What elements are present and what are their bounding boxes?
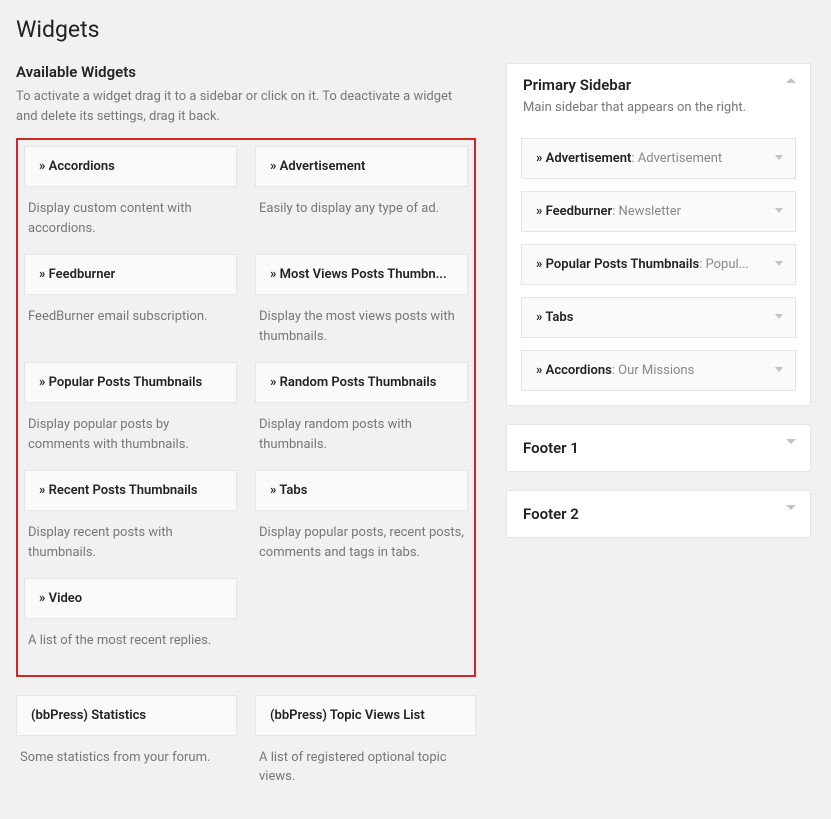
widget-desc: Display custom content with accordions. (24, 187, 237, 254)
widget-desc: A list of registered optional topic view… (255, 736, 476, 803)
widget-feedburner: » Feedburner FeedBurner email subscripti… (24, 254, 237, 362)
placed-widget-name: » Tabs (536, 310, 573, 325)
area-header-footer-2[interactable]: Footer 2 (507, 491, 810, 537)
widget-desc: Display random posts with thumbnails. (255, 403, 468, 470)
chevron-down-icon (786, 505, 796, 510)
widget-desc: Some statistics from your forum. (16, 736, 237, 784)
widget-desc: Display the most views posts with thumbn… (255, 295, 468, 362)
area-title: Footer 2 (523, 505, 794, 523)
available-widgets-desc: To activate a widget drag it to a sideba… (16, 87, 476, 126)
chevron-down-icon (775, 367, 783, 372)
placed-widget-popular-posts-thumbnails[interactable]: » Popular Posts Thumbnails: Popul... (521, 244, 796, 285)
widget-desc: Display popular posts, recent posts, com… (255, 511, 468, 578)
widget-tabs: » Tabs Display popular posts, recent pos… (255, 470, 468, 578)
widget-recent-posts-thumbnails: » Recent Posts Thumbnails Display recent… (24, 470, 237, 578)
area-title: Primary Sidebar (523, 76, 794, 94)
chevron-up-icon (786, 78, 796, 83)
placed-widget-suffix: : Our Missions (612, 363, 695, 378)
widget-desc: Display recent posts with thumbnails. (24, 511, 237, 578)
chevron-down-icon (775, 314, 783, 319)
sidebar-areas-column: Primary Sidebar Main sidebar that appear… (506, 63, 811, 803)
widget-handle-bbpress-topic-views-list[interactable]: (bbPress) Topic Views List (255, 695, 476, 736)
widget-desc: FeedBurner email subscription. (24, 295, 237, 343)
area-header-footer-1[interactable]: Footer 1 (507, 425, 810, 471)
placed-widget-feedburner[interactable]: » Feedburner: Newsletter (521, 191, 796, 232)
area-footer-1: Footer 1 (506, 424, 811, 472)
widget-handle-advertisement[interactable]: » Advertisement (255, 146, 468, 187)
area-primary-sidebar: Primary Sidebar Main sidebar that appear… (506, 63, 811, 406)
chevron-down-icon (775, 208, 783, 213)
page-title: Widgets (16, 16, 815, 43)
placed-widget-suffix: : Advertisement (631, 151, 722, 166)
widget-advertisement: » Advertisement Easily to display any ty… (255, 146, 468, 254)
widget-handle-recent-posts-thumbnails[interactable]: » Recent Posts Thumbnails (24, 470, 237, 511)
widget-handle-popular-posts-thumbnails[interactable]: » Popular Posts Thumbnails (24, 362, 237, 403)
area-footer-2: Footer 2 (506, 490, 811, 538)
other-widgets-grid: (bbPress) Statistics Some statistics fro… (16, 695, 476, 803)
widget-random-posts-thumbnails: » Random Posts Thumbnails Display random… (255, 362, 468, 470)
highlighted-widgets-box: » Accordions Display custom content with… (16, 138, 476, 677)
widget-popular-posts-thumbnails: » Popular Posts Thumbnails Display popul… (24, 362, 237, 470)
widget-handle-accordions[interactable]: » Accordions (24, 146, 237, 187)
widget-most-views-posts-thumbnails: » Most Views Posts Thumbn... Display the… (255, 254, 468, 362)
chevron-down-icon (775, 155, 783, 160)
widget-video: » Video A list of the most recent replie… (24, 578, 237, 667)
available-widgets-column: Available Widgets To activate a widget d… (16, 63, 476, 803)
placed-widget-advertisement[interactable]: » Advertisement: Advertisement (521, 138, 796, 179)
area-desc: Main sidebar that appears on the right. (523, 98, 794, 118)
widget-handle-random-posts-thumbnails[interactable]: » Random Posts Thumbnails (255, 362, 468, 403)
content-columns: Available Widgets To activate a widget d… (16, 63, 815, 803)
placed-widget-tabs[interactable]: » Tabs (521, 297, 796, 338)
available-widgets-title: Available Widgets (16, 63, 476, 81)
chevron-down-icon (786, 439, 796, 444)
widget-handle-tabs[interactable]: » Tabs (255, 470, 468, 511)
chevron-down-icon (775, 261, 783, 266)
widget-handle-bbpress-statistics[interactable]: (bbPress) Statistics (16, 695, 237, 736)
area-body-primary-sidebar: » Advertisement: Advertisement » Feedbur… (507, 128, 810, 405)
placed-widget-name: » Advertisement (536, 151, 631, 166)
widget-handle-video[interactable]: » Video (24, 578, 237, 619)
widget-desc: A list of the most recent replies. (24, 619, 237, 667)
placed-widget-name: » Accordions (536, 363, 612, 378)
placed-widget-accordions[interactable]: » Accordions: Our Missions (521, 350, 796, 391)
area-title: Footer 1 (523, 439, 794, 457)
widget-desc: Display popular posts by comments with t… (24, 403, 237, 470)
placed-widget-suffix: : Popul... (699, 257, 749, 272)
widget-handle-most-views-posts-thumbnails[interactable]: » Most Views Posts Thumbn... (255, 254, 468, 295)
widget-bbpress-statistics: (bbPress) Statistics Some statistics fro… (16, 695, 237, 803)
highlighted-widgets-grid: » Accordions Display custom content with… (24, 146, 468, 667)
placed-widget-name: » Feedburner (536, 204, 612, 219)
placed-widget-suffix: : Newsletter (612, 204, 681, 219)
widget-accordions: » Accordions Display custom content with… (24, 146, 237, 254)
widget-handle-feedburner[interactable]: » Feedburner (24, 254, 237, 295)
widget-desc: Easily to display any type of ad. (255, 187, 468, 235)
placed-widget-name: » Popular Posts Thumbnails (536, 257, 699, 272)
area-header-primary-sidebar[interactable]: Primary Sidebar Main sidebar that appear… (507, 64, 810, 128)
widget-bbpress-topic-views-list: (bbPress) Topic Views List A list of reg… (255, 695, 476, 803)
